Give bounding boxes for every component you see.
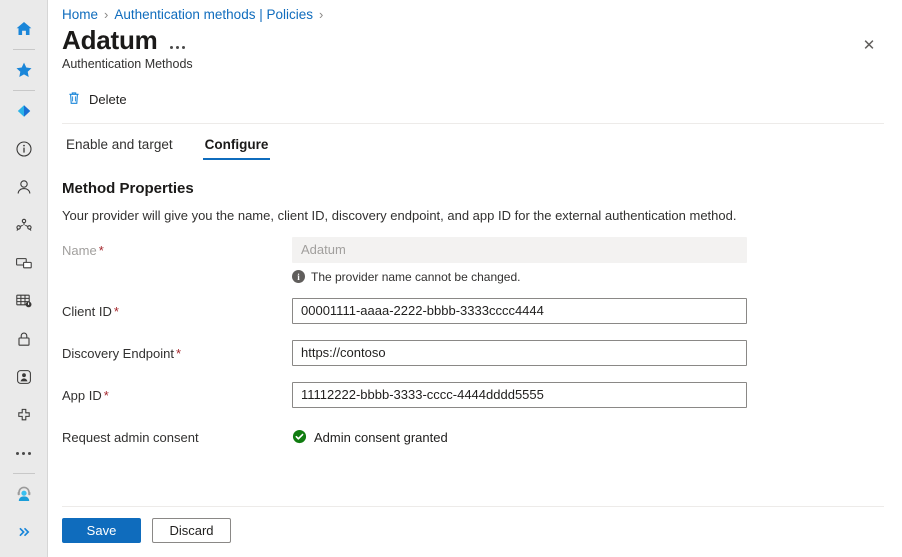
section-title: Method Properties [62,179,194,197]
command-bar: Delete [62,85,902,115]
groups-icon [14,215,34,235]
name-input [292,236,747,263]
status-badge: Admin consent granted [292,424,747,447]
left-navigation-rail [0,0,48,557]
rail-item-overview[interactable] [0,130,48,168]
admin-consent-label-text: Request admin consent [62,429,199,445]
tab-configure[interactable]: Configure [202,133,271,160]
name-control: i The provider name cannot be changed. [292,236,747,284]
info-icon: i [292,270,305,284]
rail-divider [12,90,35,91]
tab-list: Enable and target Configure [62,133,902,160]
name-hint: i The provider name cannot be changed. [292,270,747,284]
client-id-label-text: Client ID [62,303,112,319]
method-properties-section: Method Properties Your provider will giv… [62,160,902,452]
devices-icon [14,253,34,273]
rail-divider [12,473,35,474]
rail-item-identity-governance[interactable] [0,358,48,396]
rail-divider [12,49,35,50]
more-ellipsis-icon [16,451,31,455]
form-row-client-id: Client ID * [62,297,902,326]
discard-button[interactable]: Discard [152,518,231,543]
tab-enable-and-target[interactable]: Enable and target [64,133,175,160]
identity-governance-icon [14,367,34,387]
rail-item-groups[interactable] [0,206,48,244]
name-hint-text: The provider name cannot be changed. [311,269,521,284]
page-title-row: Adatum [62,24,902,56]
admin-consent-label: Request admin consent [62,424,292,446]
footer-actions: Save Discard [62,518,231,543]
support-agent-icon [14,484,34,504]
breadcrumb-separator: › [104,7,109,22]
health-icon [14,405,34,425]
admin-consent-control: Admin consent granted [292,424,747,447]
client-id-label: Client ID * [62,298,292,320]
app-id-input[interactable] [292,381,747,408]
info-circle-icon [14,139,34,159]
page-subtitle: Authentication Methods [62,56,193,71]
rail-item-expand[interactable] [0,513,48,551]
footer-divider [62,506,884,507]
favorites-star-icon [14,60,34,80]
form-row-name: Name* i The provider name cannot be chan… [62,236,902,284]
breadcrumb: Home › Authentication methods | Policies… [62,0,902,24]
user-icon [14,177,34,197]
breadcrumb-item-home[interactable]: Home [62,7,98,22]
trash-icon [66,90,82,109]
applications-grid-icon [14,291,34,311]
expand-chevrons-icon [14,522,34,542]
app-id-control [292,381,747,408]
rail-item-more[interactable] [0,434,48,472]
lock-icon [14,329,34,349]
rail-item-protection[interactable] [0,320,48,358]
discovery-endpoint-label-text: Discovery Endpoint [62,345,174,361]
command-bar-divider [62,122,884,124]
entra-diamond-icon [14,101,34,121]
form-row-admin-consent: Request admin consent Admin consent gran… [62,424,902,452]
breadcrumb-item-authentication-methods[interactable]: Authentication methods | Policies [114,7,313,22]
rail-item-applications[interactable] [0,282,48,320]
app-id-label: App ID * [62,382,292,404]
name-label: Name * [62,237,292,259]
rail-item-health[interactable] [0,396,48,434]
section-description: Your provider will give you the name, cl… [62,207,737,223]
discovery-endpoint-label: Discovery Endpoint * [62,340,292,362]
name-label-text: Name [62,242,97,258]
method-properties-form: Name* i The provider name cannot be chan… [62,236,902,452]
success-check-icon [292,429,307,447]
rail-item-devices[interactable] [0,244,48,282]
rail-item-home[interactable] [0,10,48,48]
form-row-discovery-endpoint: Discovery Endpoint * [62,339,902,368]
app-id-label-text: App ID [62,387,102,403]
rail-item-entra[interactable] [0,92,48,130]
page-more-menu-icon[interactable] [169,45,185,56]
save-button[interactable]: Save [62,518,141,543]
rail-item-users[interactable] [0,168,48,206]
delete-button[interactable]: Delete [62,86,135,113]
form-row-app-id: App ID * [62,381,902,410]
breadcrumb-separator: › [318,7,324,22]
discovery-endpoint-input[interactable] [292,339,747,366]
client-id-input[interactable] [292,297,747,324]
admin-consent-status-text: Admin consent granted [314,430,448,446]
tab-enable-and-target-label: Enable and target [66,136,173,152]
delete-button-label: Delete [89,92,127,108]
close-icon: ✕ [862,36,876,54]
blade-content: Home › Authentication methods | Policies… [48,0,902,557]
required-marker: * [98,242,104,258]
azure-portal-blade: Home › Authentication methods | Policies… [0,0,902,557]
page-title: Adatum [62,25,158,55]
rail-item-favorites[interactable] [0,51,48,89]
required-marker: * [103,387,109,403]
rail-item-support[interactable] [0,475,48,513]
home-icon [14,19,34,39]
client-id-control [292,297,747,324]
discovery-endpoint-control [292,339,747,366]
required-marker: * [176,345,182,361]
tab-configure-label: Configure [204,136,269,152]
required-marker: * [113,303,119,319]
close-blade-button[interactable]: ✕ [856,32,882,58]
